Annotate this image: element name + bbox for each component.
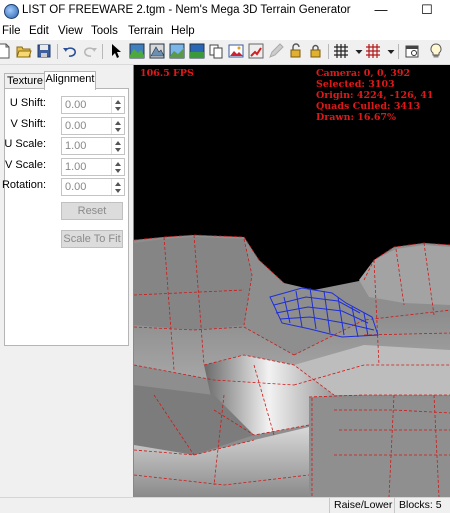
rotation-stepper[interactable] — [61, 178, 125, 196]
grid-icon[interactable] — [333, 43, 349, 59]
menu-tools[interactable]: Tools — [91, 25, 118, 37]
status-message — [0, 498, 304, 513]
copy-icon[interactable] — [208, 43, 224, 59]
chevron-down-icon[interactable] — [115, 128, 121, 132]
u-shift-label: U Shift: — [9, 97, 46, 109]
menu-edit[interactable]: Edit — [29, 25, 49, 37]
quads-culled-readout: Quads Culled: 3413 — [316, 101, 421, 112]
status-bar: Raise/Lower Blocks: 5 — [0, 497, 450, 513]
terrain-view-1-icon[interactable] — [129, 43, 145, 59]
terrain-render[interactable] — [134, 65, 450, 497]
new-file-icon[interactable] — [0, 43, 12, 59]
pencil-icon[interactable] — [268, 43, 284, 59]
toolbar-separator — [398, 44, 399, 59]
toolbar — [0, 40, 450, 65]
v-shift-label: V Shift: — [10, 118, 46, 130]
chevron-up-icon[interactable] — [115, 162, 121, 166]
v-scale-stepper[interactable] — [61, 158, 125, 176]
menu-view[interactable]: View — [58, 25, 83, 37]
menu-file[interactable]: File — [2, 25, 21, 37]
fps-counter: 106.5 FPS — [140, 68, 194, 79]
menu-bar: File Edit View Tools Terrain Help — [0, 22, 450, 40]
drawn-readout: Drawn: 16.67% — [316, 112, 397, 123]
v-shift-stepper[interactable] — [61, 117, 125, 135]
lock-closed-icon[interactable] — [307, 43, 323, 59]
app-icon — [4, 4, 19, 19]
lock-open-icon[interactable] — [288, 43, 304, 59]
grid-dropdown-icon[interactable] — [351, 43, 363, 59]
v-shift-input[interactable] — [62, 118, 108, 134]
paint-icon[interactable] — [248, 43, 264, 59]
rotation-arrows[interactable] — [111, 179, 124, 195]
u-scale-input[interactable] — [62, 138, 108, 154]
properties-icon[interactable] — [404, 43, 420, 59]
u-scale-arrows[interactable] — [111, 138, 124, 154]
terrain-view-2-icon[interactable] — [149, 43, 165, 59]
v-scale-label: V Scale: — [5, 159, 46, 171]
menu-terrain[interactable]: Terrain — [128, 25, 163, 37]
window-title: LIST OF FREEWARE 2.tgm - Nem's Mega 3D T… — [22, 4, 351, 16]
save-icon[interactable] — [36, 43, 52, 59]
title-bar: LIST OF FREEWARE 2.tgm - Nem's Mega 3D T… — [0, 0, 450, 22]
rotation-input[interactable] — [62, 179, 108, 195]
v-shift-arrows[interactable] — [111, 118, 124, 134]
red-grid-icon[interactable] — [365, 43, 381, 59]
lightbulb-icon[interactable] — [428, 43, 444, 59]
selected-readout: Selected: 3103 — [316, 79, 395, 90]
u-shift-stepper[interactable] — [61, 96, 125, 114]
chevron-down-icon[interactable] — [115, 148, 121, 152]
u-shift-input[interactable] — [62, 97, 108, 113]
red-grid-dropdown-icon[interactable] — [383, 43, 395, 59]
maximize-button[interactable]: ☐ — [404, 0, 450, 22]
terrain-3d-viewport[interactable]: 106.5 FPS Camera: 0, 0, 392 Selected: 31… — [133, 65, 450, 497]
chevron-down-icon[interactable] — [115, 107, 121, 111]
rotation-label: Rotation: — [1, 179, 46, 191]
u-shift-arrows[interactable] — [111, 97, 124, 113]
chevron-up-icon[interactable] — [115, 141, 121, 145]
viewport-stats: Camera: 0, 0, 392 Selected: 3103 Origin:… — [316, 68, 434, 123]
v-scale-arrows[interactable] — [111, 159, 124, 175]
tab-alignment[interactable]: Alignment — [44, 71, 96, 90]
chevron-up-icon[interactable] — [115, 100, 121, 104]
camera-readout: Camera: 0, 0, 392 — [316, 68, 411, 79]
undo-icon[interactable] — [62, 43, 78, 59]
texture-alignment-panel: Texture Alignment U Shift: V Shift: U Sc… — [0, 65, 133, 498]
redo-icon[interactable] — [82, 43, 98, 59]
open-folder-icon[interactable] — [16, 43, 32, 59]
status-mode: Raise/Lower — [329, 498, 392, 513]
chevron-down-icon[interactable] — [115, 189, 121, 193]
terrain-view-4-icon[interactable] — [189, 43, 205, 59]
reset-button[interactable]: Reset — [61, 202, 123, 220]
minimize-button[interactable]: — — [358, 0, 404, 22]
select-arrow-icon[interactable] — [108, 43, 124, 59]
image-icon[interactable] — [228, 43, 244, 59]
u-scale-label: U Scale: — [4, 138, 46, 150]
toolbar-separator — [328, 44, 329, 59]
u-scale-stepper[interactable] — [61, 137, 125, 155]
toolbar-separator — [57, 44, 58, 59]
scale-to-fit-button[interactable]: Scale To Fit — [61, 230, 123, 248]
v-scale-input[interactable] — [62, 159, 108, 175]
alignment-tab-page: U Shift: V Shift: U Scale: V Scale: Rota… — [1, 88, 129, 346]
terrain-view-3-icon[interactable] — [169, 43, 185, 59]
origin-readout: Origin: 4224, -126, 41 — [316, 90, 434, 101]
chevron-down-icon[interactable] — [115, 169, 121, 173]
chevron-up-icon[interactable] — [115, 182, 121, 186]
menu-help[interactable]: Help — [171, 25, 195, 37]
status-blocks: Blocks: 5 — [394, 498, 442, 513]
chevron-up-icon[interactable] — [115, 121, 121, 125]
toolbar-separator — [102, 44, 103, 59]
